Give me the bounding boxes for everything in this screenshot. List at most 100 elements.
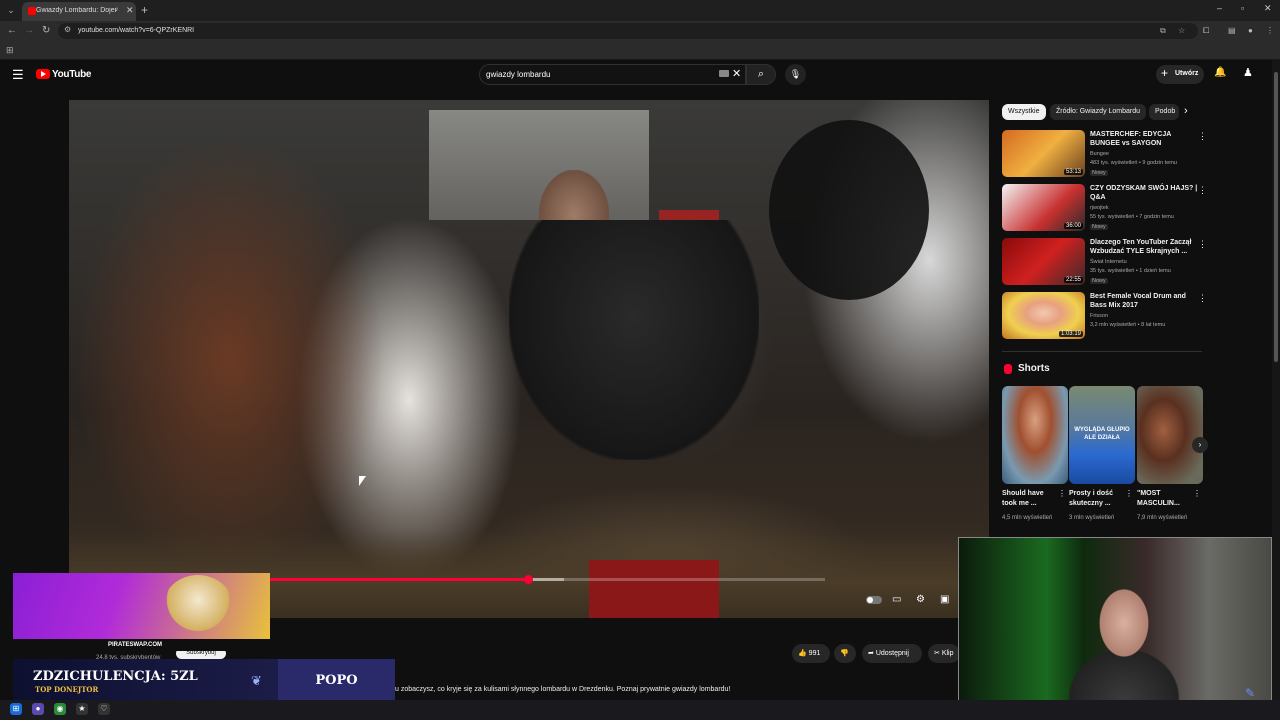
- start-icon[interactable]: ⊞: [10, 703, 22, 715]
- app-icon[interactable]: ●: [32, 703, 44, 715]
- scrollbar-thumb[interactable]: [1274, 72, 1278, 362]
- feather-icon: ❦: [251, 673, 262, 688]
- red-stool: [589, 560, 719, 618]
- recommended-video[interactable]: 22:55 Dlaczego Ten YouTuber Zaczął Wzbud…: [1002, 238, 1207, 288]
- browser-tab[interactable]: Gwiazdy Lombardu: Dojen ♪ ✕: [22, 2, 136, 21]
- bookmark-star-icon[interactable]: ☆: [1178, 26, 1185, 35]
- keyboard-icon[interactable]: [719, 70, 729, 77]
- progress-bar[interactable]: [270, 575, 825, 584]
- clip-label: Klip: [941, 650, 954, 657]
- autoplay-toggle[interactable]: [866, 596, 882, 604]
- microphone-icon: 🎙: [789, 69, 802, 79]
- like-button[interactable]: 👍 991: [792, 644, 830, 663]
- audio-playing-icon[interactable]: ♪: [115, 6, 119, 13]
- close-window-button[interactable]: ✕: [1264, 3, 1272, 14]
- share-icon: ➦: [868, 650, 874, 657]
- install-icon[interactable]: ⧉: [1160, 26, 1166, 36]
- duration-badge: 22:55: [1063, 277, 1083, 283]
- notifications-bell-icon[interactable]: 🔔: [1214, 67, 1226, 78]
- clear-search-icon[interactable]: ✕: [732, 67, 741, 80]
- more-options-icon[interactable]: ⋮: [1058, 489, 1066, 498]
- video-thumbnail[interactable]: 36:00: [1002, 184, 1085, 231]
- dislike-button[interactable]: 👎: [834, 644, 856, 663]
- more-options-icon[interactable]: ⋮: [1198, 131, 1207, 142]
- recommended-video[interactable]: 1:03:19 Best Female Vocal Drum and Bass …: [1002, 292, 1207, 342]
- maximize-button[interactable]: ▫: [1241, 3, 1244, 13]
- more-options-icon[interactable]: ⋮: [1198, 185, 1207, 196]
- more-options-icon[interactable]: ⋮: [1198, 293, 1207, 304]
- voice-search-button[interactable]: 🎙: [785, 64, 806, 85]
- browser-menu-icon[interactable]: ⋮: [1266, 26, 1274, 35]
- settings-gear-icon[interactable]: ⚙: [916, 594, 925, 605]
- app-icon[interactable]: ♡: [98, 703, 110, 715]
- black-cow: [769, 120, 929, 300]
- search-icon: ⌕: [757, 68, 765, 80]
- chip-all[interactable]: Wszystkie: [1002, 104, 1046, 120]
- channel-name[interactable]: rjwojtek: [1090, 205, 1109, 211]
- shorts-next-button[interactable]: ›: [1192, 437, 1208, 453]
- mouse-cursor-icon: [359, 476, 366, 486]
- video-player[interactable]: [69, 100, 989, 618]
- more-options-icon[interactable]: ⋮: [1193, 489, 1201, 498]
- chrome-icon[interactable]: ◉: [54, 703, 66, 715]
- account-avatar[interactable]: ♟: [1243, 66, 1255, 82]
- app-icon[interactable]: ★: [76, 703, 88, 715]
- search-input[interactable]: gwiazdy lombardu ✕: [479, 64, 746, 85]
- short-thumbnail[interactable]: [1002, 386, 1068, 484]
- duck-mascot-image: [163, 575, 233, 637]
- miniplayer-icon[interactable]: ▣: [940, 594, 949, 605]
- tab-search-icon[interactable]: ⌄: [4, 3, 18, 17]
- site-info-icon[interactable]: ⚙: [64, 25, 71, 34]
- channel-name[interactable]: Frisson: [1090, 313, 1108, 319]
- tab-close-icon[interactable]: ✕: [126, 5, 134, 16]
- clip-button[interactable]: ✂ Klip: [928, 644, 960, 663]
- shorts-logo-icon: [1004, 364, 1012, 374]
- reload-icon[interactable]: ↻: [42, 25, 50, 36]
- short-title[interactable]: Prosty i dość skuteczny ...: [1069, 489, 1127, 509]
- profile-icon[interactable]: ●: [1248, 26, 1253, 35]
- more-options-icon[interactable]: ⋮: [1198, 239, 1207, 250]
- short-thumbnail[interactable]: WYGLĄDA GŁUPIO ALE DZIAŁA: [1069, 386, 1135, 484]
- new-tab-button[interactable]: +: [141, 3, 148, 17]
- more-options-icon[interactable]: ⋮: [1125, 489, 1133, 498]
- page-scrollbar[interactable]: [1272, 60, 1280, 700]
- chips-next-icon[interactable]: ›: [1184, 105, 1188, 117]
- share-button[interactable]: ➦ Udostępnij: [862, 644, 922, 663]
- scrubber-handle[interactable]: [524, 575, 534, 584]
- extensions-icon[interactable]: ⧠: [1203, 26, 1209, 36]
- short-thumbnail[interactable]: [1137, 386, 1203, 484]
- video-thumbnail[interactable]: 1:03:19: [1002, 292, 1085, 339]
- browser-tab-bar: ⌄ Gwiazdy Lombardu: Dojen ♪ ✕ + – ▫ ✕: [0, 0, 1280, 21]
- youtube-logo-icon[interactable]: [36, 69, 50, 79]
- minimize-button[interactable]: –: [1217, 3, 1222, 13]
- create-button[interactable]: + Utwórz: [1156, 65, 1204, 84]
- recommended-video[interactable]: 36:00 CZY ODZYSKAM SWÓJ HAJS? | Q&A rjwo…: [1002, 184, 1207, 234]
- video-title[interactable]: Dlaczego Ten YouTuber Zaczął Wzbudzać TY…: [1090, 238, 1198, 256]
- short-title[interactable]: Should have took me ...: [1002, 489, 1060, 509]
- video-title[interactable]: CZY ODZYSKAM SWÓJ HAJS? | Q&A: [1090, 184, 1198, 202]
- apps-grid-icon[interactable]: ⊞: [6, 45, 14, 56]
- recommended-video[interactable]: 53:13 MASTERCHEF: EDYCJA BUNGEE vs SAYGO…: [1002, 130, 1207, 180]
- chip-similar[interactable]: Podob: [1149, 104, 1179, 120]
- video-description[interactable]: u zobaczysz, co kryje się za kulisami sł…: [395, 686, 730, 693]
- back-icon[interactable]: ←: [7, 25, 17, 36]
- video-thumbnail[interactable]: 22:55: [1002, 238, 1085, 285]
- sidebar-icon[interactable]: ▤: [1228, 26, 1236, 35]
- search-query: gwiazdy lombardu: [486, 70, 551, 79]
- channel-name[interactable]: Świat Internetu: [1090, 259, 1127, 265]
- video-title[interactable]: MASTERCHEF: EDYCJA BUNGEE vs SAYGON: [1090, 130, 1198, 148]
- tab-title: Gwiazdy Lombardu: Dojen: [36, 7, 116, 14]
- menu-icon[interactable]: ☰: [12, 68, 24, 82]
- video-title[interactable]: Best Female Vocal Drum and Bass Mix 2017: [1090, 292, 1198, 310]
- youtube-wordmark[interactable]: YouTube: [52, 69, 92, 80]
- forward-icon[interactable]: →: [24, 25, 34, 36]
- channel-name[interactable]: Bungee: [1090, 151, 1109, 157]
- search-button[interactable]: ⌕: [746, 64, 776, 85]
- video-meta: 483 tys. wyświetleń • 9 godzin temu: [1090, 160, 1177, 166]
- video-thumbnail[interactable]: 53:13: [1002, 130, 1085, 177]
- url-bar[interactable]: ⚙ youtube.com/watch?v=6-QPZrKENRI ⧉ ☆: [58, 23, 1198, 39]
- short-title[interactable]: "MOST MASCULIN...: [1137, 489, 1195, 509]
- subtitles-icon[interactable]: ▭: [892, 594, 901, 605]
- chip-source[interactable]: Źródło: Gwiazdy Lombardu: [1050, 104, 1147, 120]
- create-label: Utwórz: [1175, 70, 1199, 77]
